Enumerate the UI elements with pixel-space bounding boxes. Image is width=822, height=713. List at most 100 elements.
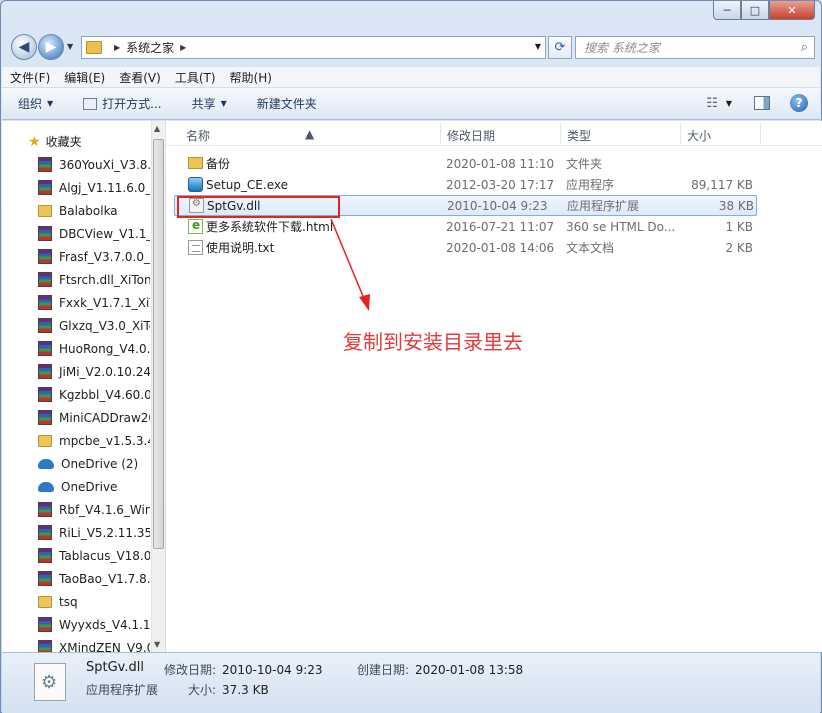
annotation-text: 复制到安装目录里去: [343, 330, 523, 354]
nav-item-label: Balabolka: [59, 203, 118, 218]
nav-item[interactable]: 360YouXi_V3.8.7: [38, 153, 150, 176]
rar-icon: [38, 364, 52, 379]
breadcrumb-current[interactable]: 系统之家: [126, 39, 174, 56]
folder-icon: [38, 434, 52, 447]
minimize-button[interactable]: ─: [713, 1, 741, 20]
nav-item[interactable]: Glxzq_V3.0_XiTo: [38, 314, 150, 337]
sort-up-icon: ▲: [305, 127, 315, 141]
file-row[interactable]: 备份 2020-01-08 11:10 文件夹: [174, 153, 757, 174]
nav-item-label: Tablacus_V18.0: [59, 548, 150, 563]
nav-item[interactable]: Wyyxds_V4.1.1.: [38, 613, 150, 636]
nav-item[interactable]: Rbf_V4.1.6_Win: [38, 498, 150, 521]
nav-item[interactable]: Fxxk_V1.7.1_XiT: [38, 291, 150, 314]
nav-item[interactable]: tsq: [38, 590, 150, 613]
help-icon[interactable]: ?: [790, 94, 808, 112]
details-pane: SptGv.dll 应用程序扩展 修改日期: 2010-10-04 9:23 大小…: [2, 652, 820, 713]
nav-item[interactable]: HuoRong_V4.0.: [38, 337, 150, 360]
menu-tools[interactable]: 工具(T): [175, 69, 216, 86]
nav-item-label: OneDrive (2): [61, 456, 139, 471]
menu-file[interactable]: 文件(F): [10, 69, 50, 86]
search-placeholder: 搜索 系统之家: [584, 41, 660, 55]
file-type: 360 se HTML Do...: [566, 219, 676, 234]
back-button[interactable]: ◀: [11, 34, 37, 60]
nav-item[interactable]: MiniCADDraw20: [38, 406, 150, 429]
file-row[interactable]: 更多系统软件下载.html 2016-07-21 11:07 360 se HTML…: [174, 216, 757, 237]
nav-item[interactable]: TaoBao_V1.7.8.: [38, 567, 150, 590]
scroll-up-icon[interactable]: ▲: [154, 124, 160, 133]
breadcrumb-chevron-icon[interactable]: ▶: [180, 43, 186, 52]
file-type: 应用程序: [566, 178, 615, 192]
nav-item[interactable]: XMindZEN_V9.0: [38, 636, 150, 652]
close-button[interactable]: ✕: [769, 1, 815, 20]
details-modified: 修改日期: 2010-10-04 9:23: [164, 661, 323, 678]
nav-item[interactable]: DBCView_V1.1_: [38, 222, 150, 245]
organize-button[interactable]: 组织 ▼: [18, 95, 53, 112]
share-button[interactable]: 共享 ▼: [192, 95, 227, 112]
nav-item[interactable]: OneDrive (2): [38, 452, 150, 475]
view-dropdown-icon[interactable]: ▼: [726, 99, 732, 108]
column-divider[interactable]: [680, 123, 681, 144]
scroll-down-icon[interactable]: ▼: [154, 640, 160, 649]
nav-item-label: Frasf_V3.7.0.0_X: [59, 249, 150, 264]
nav-item[interactable]: Tablacus_V18.0: [38, 544, 150, 567]
rar-icon: [38, 525, 52, 540]
nav-item[interactable]: Frasf_V3.7.0.0_X: [38, 245, 150, 268]
nav-item[interactable]: JiMi_V2.0.10.24_: [38, 360, 150, 383]
nav-item[interactable]: Kgzbbl_V4.60.0: [38, 383, 150, 406]
share-label: 共享: [191, 97, 216, 111]
rar-icon: [38, 617, 52, 632]
breadcrumb-chevron-icon[interactable]: ▶: [114, 43, 120, 52]
cloud-icon: [38, 458, 54, 469]
nav-item[interactable]: Algj_V1.11.6.0_X: [38, 176, 150, 199]
file-name: 更多系统软件下载.html: [206, 220, 334, 234]
column-divider[interactable]: [440, 123, 441, 144]
address-dropdown-icon[interactable]: ▼: [535, 42, 541, 51]
back-arrow-icon: ◀: [18, 39, 30, 55]
file-date: 2020-01-08 11:10: [446, 156, 555, 171]
folder-icon: [86, 41, 102, 54]
scroll-thumb[interactable]: [153, 139, 164, 549]
search-icon[interactable]: ⌕: [801, 40, 808, 55]
open-with-label: 打开方式...: [102, 97, 162, 111]
refresh-button[interactable]: ⟳: [548, 36, 572, 59]
menu-view[interactable]: 查看(V): [119, 69, 161, 86]
view-options-icon[interactable]: ☷: [706, 96, 718, 111]
new-folder-button[interactable]: 新建文件夹: [257, 95, 317, 112]
recent-pages-dropdown[interactable]: ▼: [67, 42, 73, 51]
search-input[interactable]: 搜索 系统之家 ⌕: [575, 36, 815, 59]
file-size: 38 KB: [718, 198, 754, 213]
file-row[interactable]: Setup_CE.exe 2012-03-20 17:17 应用程序 89,117 K…: [174, 174, 757, 195]
rar-icon: [38, 387, 52, 402]
dll-file-icon: [34, 663, 66, 701]
nav-item[interactable]: Balabolka: [38, 199, 150, 222]
nav-item[interactable]: mpcbe_v1.5.3.4: [38, 429, 150, 452]
nav-item-label: TaoBao_V1.7.8.: [59, 571, 150, 586]
menu-edit[interactable]: 编辑(E): [64, 69, 105, 86]
file-row[interactable]: 使用说明.txt 2020-01-08 14:06 文本文档 2 KB: [174, 237, 757, 258]
column-header-name[interactable]: 名称: [186, 127, 210, 144]
nav-item[interactable]: Ftsrch.dll_XiTon: [38, 268, 150, 291]
cloud-icon: [38, 481, 54, 492]
refresh-icon: ⟳: [554, 40, 566, 55]
file-name: 使用说明.txt: [206, 241, 275, 255]
file-type: 应用程序扩展: [567, 199, 640, 213]
highlight-box: [177, 196, 340, 218]
menu-help[interactable]: 帮助(H): [230, 69, 272, 86]
nav-item[interactable]: RiLi_V5.2.11.354: [38, 521, 150, 544]
forward-button[interactable]: ▶: [38, 34, 64, 60]
open-with-button[interactable]: 打开方式...: [83, 95, 162, 112]
column-header-type[interactable]: 类型: [567, 127, 591, 144]
nav-scrollbar[interactable]: ▲ ▼: [151, 121, 165, 652]
maximize-button[interactable]: □: [741, 1, 769, 20]
column-header-size[interactable]: 大小: [687, 127, 711, 144]
details-type: 应用程序扩展: [86, 683, 159, 697]
address-bar[interactable]: ▶ 系统之家 ▶ ▼: [81, 36, 546, 59]
preview-pane-icon[interactable]: [754, 96, 770, 110]
nav-item[interactable]: OneDrive: [38, 475, 150, 498]
nav-item-label: Glxzq_V3.0_XiTo: [59, 318, 150, 333]
favorites-node[interactable]: ★ 收藏夹: [28, 133, 82, 150]
column-header-date[interactable]: 修改日期: [447, 127, 495, 144]
column-divider[interactable]: [760, 123, 761, 144]
column-divider[interactable]: [560, 123, 561, 144]
folder-icon: [188, 157, 203, 169]
